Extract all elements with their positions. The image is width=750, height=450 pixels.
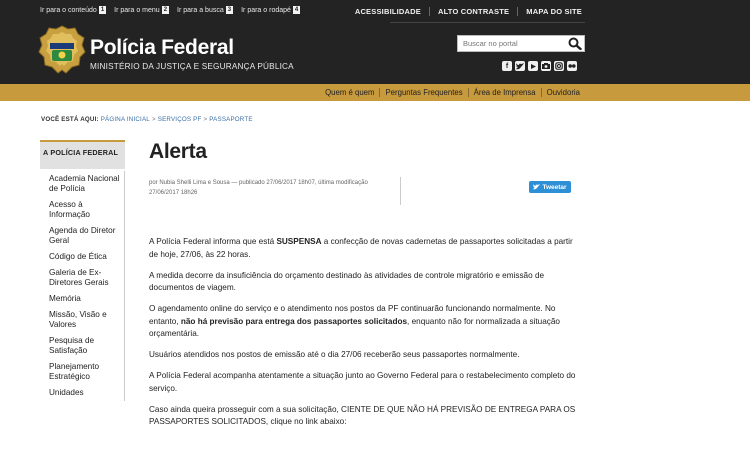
sidebar-item-unidades[interactable]: Unidades bbox=[40, 385, 124, 401]
ombudsman-link[interactable]: Ouvidoria bbox=[540, 88, 585, 97]
search-icon[interactable] bbox=[568, 37, 582, 50]
sidebar-menu: Academia Nacional de Polícia Acesso à In… bbox=[40, 171, 125, 401]
article-paragraph: Caso ainda queira prosseguir com a sua s… bbox=[149, 404, 576, 427]
instagram-icon[interactable] bbox=[554, 61, 564, 71]
sidebar-heading: A POLÍCIA FEDERAL bbox=[40, 140, 125, 169]
search-box bbox=[457, 35, 585, 52]
site-header: Ir para o conteúdo 1 Ir para o menu 2 Ir… bbox=[0, 0, 750, 84]
site-subtitle: MINISTÉRIO DA JUSTIÇA E SEGURANÇA PÚBLIC… bbox=[90, 62, 294, 71]
sidebar-item-pesquisa-satisfacao[interactable]: Pesquisa de Satisfação bbox=[40, 333, 124, 359]
press-area-link[interactable]: Área de Imprensa bbox=[467, 88, 541, 97]
article-byline: por Nubia Shelli Lima e Sousa — publicad… bbox=[149, 180, 368, 196]
skip-to-content-link[interactable]: Ir para o conteúdo 1 bbox=[40, 6, 107, 14]
who-is-who-link[interactable]: Quem é quem bbox=[320, 88, 379, 97]
skip-link-key: 1 bbox=[98, 6, 107, 14]
top-links: ACESSIBILIDADE ALTO CONTRASTE MAPA DO SI… bbox=[347, 7, 590, 16]
skip-link-label: Ir para o conteúdo bbox=[40, 6, 97, 14]
main-content: Alerta por Nubia Shelli Lima e Sousa — p… bbox=[149, 140, 589, 426]
page-title: Alerta bbox=[149, 140, 207, 163]
service-links: Quem é quem Perguntas Frequentes Área de… bbox=[320, 88, 585, 97]
emphasis-text: não há previsão para entrega dos passapo… bbox=[180, 316, 408, 326]
skip-links: Ir para o conteúdo 1 Ir para o menu 2 Ir… bbox=[40, 6, 301, 14]
tweet-button[interactable]: Tweetar bbox=[529, 181, 571, 193]
skip-to-search-link[interactable]: Ir para a busca 3 bbox=[177, 6, 234, 14]
facebook-icon[interactable]: f bbox=[502, 61, 512, 71]
police-badge-logo[interactable] bbox=[38, 25, 86, 75]
breadcrumb: VOCÊ ESTÁ AQUI: PÁGINA INICIAL > SERVIÇOS … bbox=[41, 116, 253, 123]
skip-to-menu-link[interactable]: Ir para o menu 2 bbox=[114, 6, 170, 14]
flickr-icon[interactable] bbox=[541, 61, 551, 71]
article-paragraph: A Polícia Federal informa que está SUSPE… bbox=[149, 236, 579, 261]
sidebar-item-codigo-etica[interactable]: Código de Ética bbox=[40, 249, 124, 265]
youtube-icon[interactable] bbox=[528, 61, 538, 71]
breadcrumb-separator: > bbox=[151, 116, 156, 123]
breadcrumb-home[interactable]: PÁGINA INICIAL bbox=[101, 116, 150, 123]
accessibility-bar: Ir para o conteúdo 1 Ir para o menu 2 Ir… bbox=[0, 0, 750, 22]
faq-link[interactable]: Perguntas Frequentes bbox=[379, 88, 467, 97]
sitemap-link[interactable]: MAPA DO SITE bbox=[517, 7, 590, 16]
skip-link-label: Ir para o menu bbox=[114, 6, 160, 14]
skip-link-label: Ir para a busca bbox=[177, 6, 224, 14]
sidebar-item-acesso-informacao[interactable]: Acesso à Informação bbox=[40, 197, 124, 223]
breadcrumb-services[interactable]: SERVIÇOS PF bbox=[158, 116, 202, 123]
skip-to-footer-link[interactable]: Ir para o rodapé 4 bbox=[241, 6, 301, 14]
emphasis-text: SUSPENSA bbox=[276, 237, 322, 246]
sidebar-item-missao-visao[interactable]: Missão, Visão e Valores bbox=[40, 307, 124, 333]
article-paragraph: Usuários atendidos nos postos de emissão… bbox=[149, 350, 520, 359]
article-body: A Polícia Federal informa que está SUSPE… bbox=[149, 236, 579, 437]
article-paragraph: O agendamento online do serviço e o aten… bbox=[149, 303, 579, 341]
byline-divider bbox=[400, 177, 401, 205]
skip-link-key: 3 bbox=[225, 6, 234, 14]
service-bar: Quem é quem Perguntas Frequentes Área de… bbox=[0, 84, 750, 101]
social-links: f bbox=[502, 61, 577, 71]
twitter-bird-icon bbox=[533, 184, 541, 190]
paragraph-text: A Polícia Federal informa que está bbox=[149, 237, 277, 246]
sidebar-item-planejamento[interactable]: Planejamento Estratégico bbox=[40, 359, 124, 385]
photo-icon[interactable] bbox=[567, 61, 577, 71]
sidebar-item-agenda-diretor[interactable]: Agenda do Diretor Geral bbox=[40, 223, 124, 249]
sidebar-item-academia[interactable]: Academia Nacional de Polícia bbox=[40, 171, 124, 197]
site-title[interactable]: Polícia Federal bbox=[90, 36, 234, 60]
twitter-icon[interactable] bbox=[515, 61, 525, 71]
accessibility-link[interactable]: ACESSIBILIDADE bbox=[347, 7, 429, 16]
tweet-label: Tweetar bbox=[542, 183, 567, 191]
header-divider bbox=[390, 22, 585, 23]
skip-link-key: 2 bbox=[161, 6, 170, 14]
breadcrumb-passport[interactable]: PASSAPORTE bbox=[209, 116, 252, 123]
article-paragraph: A Polícia Federal acompanha atentamente … bbox=[149, 371, 576, 393]
sidebar-item-memoria[interactable]: Memória bbox=[40, 291, 124, 307]
search-input[interactable] bbox=[458, 36, 566, 51]
breadcrumb-label: VOCÊ ESTÁ AQUI: bbox=[41, 116, 99, 123]
sidebar-item-galeria-ex-diretores[interactable]: Galeria de Ex-Diretores Gerais bbox=[40, 265, 124, 291]
sidebar: A POLÍCIA FEDERAL Academia Nacional de P… bbox=[40, 140, 125, 401]
skip-link-label: Ir para o rodapé bbox=[241, 6, 291, 14]
article-paragraph: A medida decorre da insuficiência do orç… bbox=[149, 270, 545, 293]
skip-link-key: 4 bbox=[292, 6, 301, 14]
high-contrast-link[interactable]: ALTO CONTRASTE bbox=[428, 7, 517, 16]
